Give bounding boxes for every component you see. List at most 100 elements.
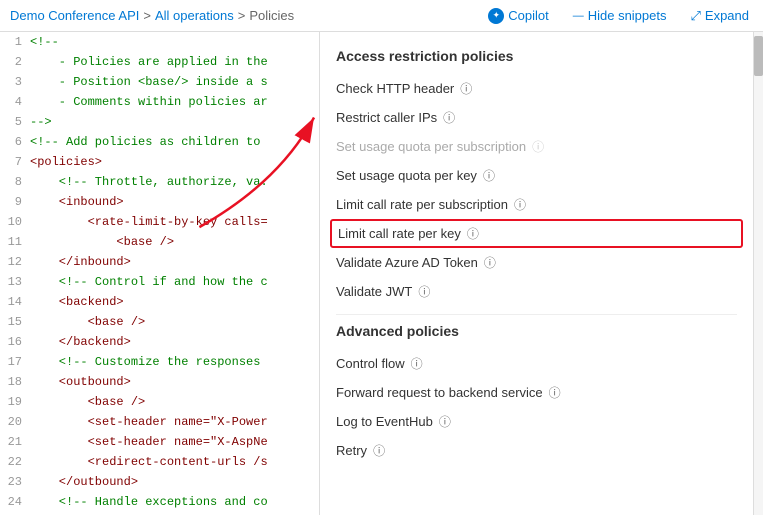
line-number: 18 xyxy=(0,372,30,392)
hide-snippets-label: Hide snippets xyxy=(588,8,667,23)
code-lines: 1<!--2 - Policies are applied in the3 - … xyxy=(0,32,319,515)
hide-icon: — xyxy=(573,10,584,22)
line-number: 24 xyxy=(0,492,30,512)
info-icon[interactable]: ⓘ xyxy=(443,109,455,126)
info-icon[interactable]: ⓘ xyxy=(439,413,451,430)
line-number: 4 xyxy=(0,92,30,112)
line-content: - Policies are applied in the xyxy=(30,52,319,72)
code-line: 20 <set-header name="X-Power xyxy=(0,412,319,432)
line-content: --> xyxy=(30,112,319,132)
code-line: 11 <base /> xyxy=(0,232,319,252)
policy-item[interactable]: Validate JWT ⓘ xyxy=(336,277,737,306)
scrollbar-thumb[interactable] xyxy=(754,36,763,76)
advanced-policy-label: Forward request to backend service xyxy=(336,385,543,400)
code-line: 4 - Comments within policies ar xyxy=(0,92,319,112)
policy-label: Check HTTP header xyxy=(336,81,454,96)
copilot-button[interactable]: Copilot xyxy=(484,6,552,26)
policy-item[interactable]: Restrict caller IPsⓘ xyxy=(336,103,737,132)
code-line: 2 - Policies are applied in the xyxy=(0,52,319,72)
info-icon[interactable]: ⓘ xyxy=(467,225,479,242)
line-number: 7 xyxy=(0,152,30,172)
line-content: <!-- Control if and how the c xyxy=(30,272,319,292)
scrollbar-track[interactable] xyxy=(753,32,763,515)
code-line: 7<policies> xyxy=(0,152,319,172)
policy-item[interactable]: Set usage quota per keyⓘ xyxy=(336,161,737,190)
code-line: 19 <base /> xyxy=(0,392,319,412)
policy-item[interactable]: Limit call rate per keyⓘ xyxy=(330,219,743,248)
line-content: <!-- Add policies as children to xyxy=(30,132,319,152)
line-content: <set-header name="X-Power xyxy=(30,412,319,432)
main-layout: 1<!--2 - Policies are applied in the3 - … xyxy=(0,32,763,515)
info-icon[interactable]: ⓘ xyxy=(484,254,496,271)
advanced-policy-list: Control flowⓘForward request to backend … xyxy=(336,349,737,465)
line-number: 5 xyxy=(0,112,30,132)
code-line: 24 <!-- Handle exceptions and co xyxy=(0,492,319,512)
info-icon[interactable]: ⓘ xyxy=(514,196,526,213)
policy-label: Set usage quota per subscription xyxy=(336,139,526,154)
code-line: 18 <outbound> xyxy=(0,372,319,392)
expand-button[interactable]: ⤢ Expand xyxy=(687,6,754,26)
policy-label: Validate JWT xyxy=(336,284,412,299)
code-line: 16 </backend> xyxy=(0,332,319,352)
info-icon[interactable]: ⓘ xyxy=(373,442,385,459)
line-content: <backend> xyxy=(30,292,319,312)
expand-label: Expand xyxy=(705,8,749,23)
line-content: <base /> xyxy=(30,232,319,252)
line-content: <!-- Throttle, authorize, va. xyxy=(30,172,319,192)
policy-item[interactable]: Limit call rate per subscriptionⓘ xyxy=(336,190,737,219)
info-icon[interactable]: ⓘ xyxy=(411,355,423,372)
copilot-label: Copilot xyxy=(508,8,548,23)
line-content: - Comments within policies ar xyxy=(30,92,319,112)
line-content: <policies> xyxy=(30,152,319,172)
code-line: 23 </outbound> xyxy=(0,472,319,492)
line-content: </outbound> xyxy=(30,472,319,492)
hide-snippets-button[interactable]: — Hide snippets xyxy=(569,6,671,25)
code-line: 8 <!-- Throttle, authorize, va. xyxy=(0,172,319,192)
line-number: 19 xyxy=(0,392,30,412)
breadcrumb-sep2: > xyxy=(238,8,246,23)
info-icon[interactable]: ⓘ xyxy=(549,384,561,401)
advanced-policy-label: Log to EventHub xyxy=(336,414,433,429)
advanced-policy-item[interactable]: Forward request to backend service ⓘ xyxy=(336,378,737,407)
line-content: <outbound> xyxy=(30,372,319,392)
policy-list: Check HTTP headerⓘRestrict caller IPsⓘSe… xyxy=(336,74,737,306)
line-number: 3 xyxy=(0,72,30,92)
line-content: <redirect-content-urls /s xyxy=(30,452,319,472)
code-line: 3 - Position <base/> inside a s xyxy=(0,72,319,92)
policy-item[interactable]: Validate Azure AD Tokenⓘ xyxy=(336,248,737,277)
policy-item[interactable]: Check HTTP header ⓘ xyxy=(336,74,737,103)
info-icon[interactable]: ⓘ xyxy=(532,138,544,155)
line-number: 17 xyxy=(0,352,30,372)
top-bar: Demo Conference API > All operations > P… xyxy=(0,0,763,32)
info-icon[interactable]: ⓘ xyxy=(460,80,472,97)
line-number: 8 xyxy=(0,172,30,192)
advanced-policy-item[interactable]: Retryⓘ xyxy=(336,436,737,465)
advanced-policy-label: Control flow xyxy=(336,356,405,371)
policy-item[interactable]: Set usage quota per subscription ⓘ xyxy=(336,132,737,161)
advanced-policy-item[interactable]: Log to EventHub ⓘ xyxy=(336,407,737,436)
line-number: 20 xyxy=(0,412,30,432)
code-line: 15 <base /> xyxy=(0,312,319,332)
code-line: 17 <!-- Customize the responses xyxy=(0,352,319,372)
line-number: 11 xyxy=(0,232,30,252)
right-panel: Access restriction policies Check HTTP h… xyxy=(320,32,753,515)
line-content: <!-- Handle exceptions and co xyxy=(30,492,319,512)
info-icon[interactable]: ⓘ xyxy=(418,283,430,300)
advanced-policy-item[interactable]: Control flow ⓘ xyxy=(336,349,737,378)
line-content: </backend> xyxy=(30,332,319,352)
line-number: 6 xyxy=(0,132,30,152)
info-icon[interactable]: ⓘ xyxy=(483,167,495,184)
code-line: 10 <rate-limit-by-key calls= xyxy=(0,212,319,232)
line-number: 12 xyxy=(0,252,30,272)
line-number: 14 xyxy=(0,292,30,312)
breadcrumb-api[interactable]: Demo Conference API xyxy=(10,8,139,23)
line-number: 10 xyxy=(0,212,30,232)
breadcrumb: Demo Conference API > All operations > P… xyxy=(10,8,294,23)
line-number: 15 xyxy=(0,312,30,332)
line-number: 2 xyxy=(0,52,30,72)
line-content: <base /> xyxy=(30,312,319,332)
line-number: 13 xyxy=(0,272,30,292)
line-content: - Position <base/> inside a s xyxy=(30,72,319,92)
code-panel[interactable]: 1<!--2 - Policies are applied in the3 - … xyxy=(0,32,320,515)
breadcrumb-operations[interactable]: All operations xyxy=(155,8,234,23)
